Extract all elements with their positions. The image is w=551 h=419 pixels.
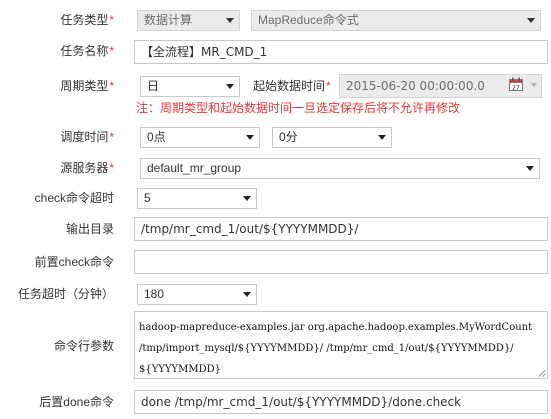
chevron-down-icon <box>526 166 534 171</box>
task-timeout-value: 180 <box>144 287 165 301</box>
check-timeout-select[interactable]: 5 <box>137 188 257 209</box>
chevron-down-icon <box>243 292 251 297</box>
task-type-label: 任务类型* <box>60 13 114 27</box>
chevron-down-icon <box>243 196 251 201</box>
chevron-down-icon <box>246 135 254 140</box>
output-dir-label: 输出目录 <box>65 222 114 236</box>
chevron-down-icon <box>226 18 234 23</box>
cycle-type-select[interactable]: 日 <box>140 76 240 97</box>
chevron-down-icon <box>527 18 535 23</box>
cmd-params-label: 命令行参数 <box>53 339 114 353</box>
check-timeout-value: 5 <box>144 191 151 205</box>
pre-check-cmd-label: 前置check命令 <box>34 255 114 269</box>
cmd-params-line: ${YYYYMMDD} <box>139 364 222 375</box>
schedule-hour-select[interactable]: 0点 <box>140 127 260 148</box>
output-dir-value: /tmp/mr_cmd_1/out/${YYYYMMDD}/ <box>141 222 359 236</box>
task-type-select[interactable]: 数据计算 <box>137 10 240 31</box>
task-timeout-label: 任务超时（分钟） <box>17 287 114 301</box>
chevron-down-icon <box>378 135 386 140</box>
resize-grip-icon[interactable] <box>538 369 546 377</box>
schedule-minute-select[interactable]: 0分 <box>272 127 392 148</box>
cycle-type-value: 日 <box>147 79 160 93</box>
pre-check-cmd-input[interactable] <box>134 250 548 274</box>
start-time-value: 2015-06-20 00:00:00.0 <box>346 79 485 93</box>
post-done-cmd-label: 后置done命令 <box>39 395 114 409</box>
cycle-type-label: 周期类型* <box>60 79 114 93</box>
task-name-value: 【全流程】MR_CMD_1 <box>141 45 268 59</box>
check-timeout-label: check命令超时 <box>34 191 114 205</box>
source-server-label: 源服务器* <box>60 161 114 175</box>
schedule-time-label: 调度时间* <box>60 130 114 144</box>
post-done-cmd-value: done /tmp/mr_cmd_1/out/${YYYYMMDD}/done.… <box>141 395 462 409</box>
cycle-warning-text: 注：周期类型和起始数据时间一旦选定保存后将不允许再修改 <box>136 101 461 115</box>
schedule-minute-value: 0分 <box>279 130 298 144</box>
schedule-hour-value: 0点 <box>147 130 166 144</box>
chevron-down-icon[interactable] <box>531 83 537 87</box>
output-dir-input[interactable]: /tmp/mr_cmd_1/out/${YYYYMMDD}/ <box>134 217 548 241</box>
start-time-input[interactable]: 2015-06-20 00:00:00.0 27 <box>339 74 542 98</box>
task-name-input[interactable]: 【全流程】MR_CMD_1 <box>134 40 548 64</box>
cmd-params-line: hadoop-mapreduce-examples.jar org.apache… <box>139 322 533 333</box>
task-name-label: 任务名称* <box>60 44 114 58</box>
task-type-value: 数据计算 <box>144 13 193 27</box>
source-server-select[interactable]: default_mr_group <box>140 158 540 179</box>
source-server-value: default_mr_group <box>147 161 242 175</box>
chevron-down-icon <box>226 84 234 89</box>
task-subtype-value: MapReduce命令式 <box>258 13 359 27</box>
cmd-params-textarea[interactable]: hadoop-mapreduce-examples.jar org.apache… <box>134 311 548 379</box>
task-timeout-select[interactable]: 180 <box>137 284 257 305</box>
task-subtype-select[interactable]: MapReduce命令式 <box>251 10 541 31</box>
post-done-cmd-input[interactable]: done /tmp/mr_cmd_1/out/${YYYYMMDD}/done.… <box>134 390 548 414</box>
start-time-label: 起始数据时间* <box>253 79 331 93</box>
svg-text:27: 27 <box>512 84 520 91</box>
cmd-params-line: /tmp/import_mysql/${YYYYMMDD}/ /tmp/mr_c… <box>139 343 514 354</box>
calendar-icon[interactable]: 27 <box>509 77 523 91</box>
